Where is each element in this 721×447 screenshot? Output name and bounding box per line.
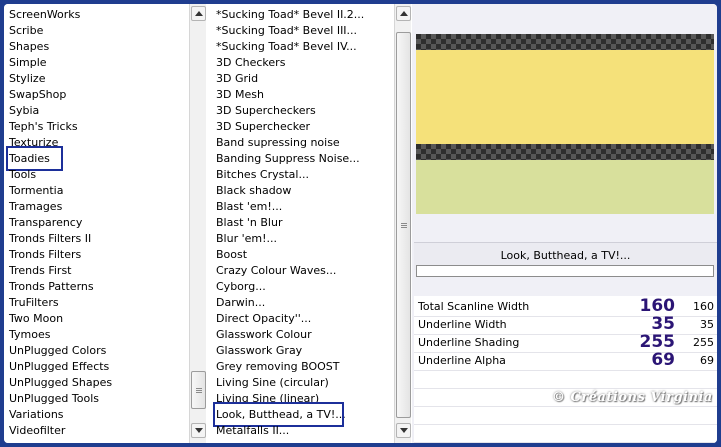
filter-item[interactable]: 3D Grid [216,71,258,87]
param-value-large: 255 [639,332,676,352]
empty-param-row [414,424,717,443]
param-row[interactable]: Underline Alpha 69 69 [414,350,717,371]
param-label: Underline Shading [418,336,520,349]
progress-bar [416,265,714,277]
filter-item[interactable]: 3D Superchecker [216,119,310,135]
chevron-up-icon [195,11,203,16]
filter-preview-image [416,34,714,214]
filter-item[interactable]: Grey removing BOOST [216,359,339,375]
filter-item[interactable]: 3D Checkers [216,55,285,71]
category-item[interactable]: Shapes [9,39,49,55]
category-item[interactable]: Trends First [9,263,71,279]
filter-item[interactable]: Band supressing noise [216,135,340,151]
param-value[interactable]: 255 [693,334,714,352]
filter-item[interactable]: Glasswork Gray [216,343,302,359]
grip-line [196,390,202,391]
category-item[interactable]: Simple [9,55,47,71]
category-item[interactable]: Tormentia [9,183,63,199]
category-item[interactable]: Tools [9,167,36,183]
scanline-checker [416,34,714,50]
filter-item[interactable]: Bitches Crystal... [216,167,309,183]
filter-item[interactable]: Glasswork Colour [216,327,312,343]
category-item[interactable]: Transparency [9,215,82,231]
category-item[interactable]: Tronds Filters II [9,231,91,247]
category-list-panel: ScreenWorks Scribe Shapes Simple Stylize Swap… [4,4,206,443]
grip-line [401,227,407,228]
filter-item[interactable]: Direct Opacity''... [216,311,311,327]
param-label: Total Scanline Width [418,300,530,313]
filter-item[interactable]: 3D Mesh [216,87,264,103]
filter-item[interactable]: Blur 'em!... [216,231,277,247]
preview-yellow-band [416,50,714,144]
category-item[interactable]: Sybia [9,103,39,119]
param-value-large: 69 [651,350,675,370]
category-item[interactable]: UnPlugged Colors [9,343,106,359]
filter-item[interactable]: *Sucking Toad* Bevel IV... [216,39,357,55]
watermark: © Créations Virginia [552,390,713,405]
parameter-list: Total Scanline Width 160 160 Underline Widt… [414,296,717,443]
category-item[interactable]: Tronds Patterns [9,279,94,295]
filter-item[interactable]: Metalfalls II... [216,423,289,439]
scroll-thumb[interactable] [396,32,411,418]
category-item[interactable]: Scribe [9,23,43,39]
grip-line [196,388,202,389]
filter-item[interactable]: Crazy Colour Waves... [216,263,336,279]
category-item[interactable]: Variations [9,407,64,423]
filter-item[interactable]: Blast 'em!... [216,199,282,215]
preview-green-band [416,160,714,214]
filter-item[interactable]: Boost [216,247,247,263]
category-item[interactable]: Videofilter [9,423,65,439]
category-item[interactable]: UnPlugged Shapes [9,375,112,391]
filter-item[interactable]: *Sucking Toad* Bevel II.2... [216,7,364,23]
category-item[interactable]: Tramages [9,199,62,215]
category-item[interactable]: TruFilters [9,295,59,311]
param-value-large: 35 [651,314,675,334]
chevron-down-icon [400,428,408,433]
category-item[interactable]: ScreenWorks [9,7,80,23]
filter-item[interactable]: *Sucking Toad* Bevel III... [216,23,357,39]
param-value[interactable]: 35 [700,316,714,334]
grip-line [196,392,202,393]
param-value-large: 160 [639,296,676,316]
filter-item[interactable]: Black shadow [216,183,291,199]
filter-item[interactable]: Blast 'n Blur [216,215,282,231]
param-value[interactable]: 69 [700,352,714,370]
category-item[interactable]: Stylize [9,71,45,87]
empty-param-row [414,406,717,425]
category-item[interactable]: UnPlugged Effects [9,359,109,375]
filter-item[interactable]: Living Sine (circular) [216,375,329,391]
scroll-up-button[interactable] [191,6,206,21]
scroll-down-button[interactable] [191,423,206,438]
scanline-checker [416,144,714,160]
category-item[interactable]: Tronds Filters [9,247,81,263]
category-item[interactable]: Two Moon [9,311,63,327]
filter-scrollbar[interactable] [394,4,411,443]
param-label: Underline Alpha [418,354,506,367]
filter-dialog: ScreenWorks Scribe Shapes Simple Stylize Swap… [4,4,717,443]
param-value[interactable]: 160 [693,298,714,316]
filter-item[interactable]: Darwin... [216,295,265,311]
filter-list-panel: *Sucking Toad* Bevel II.2... *Sucking Toa… [211,4,411,443]
category-scrollbar[interactable] [189,4,206,443]
filter-item[interactable]: Banding Suppress Noise... [216,151,360,167]
category-item[interactable]: Tymoes [9,327,50,343]
filter-item[interactable]: 3D Supercheckers [216,103,316,119]
grip-line [401,223,407,224]
scroll-thumb[interactable] [191,371,206,409]
param-label: Underline Width [418,318,507,331]
chevron-down-icon [195,428,203,433]
category-item[interactable]: Teph's Tricks [9,119,78,135]
category-item[interactable]: UnPlugged Tools [9,391,99,407]
category-item[interactable]: SwapShop [9,87,66,103]
chevron-up-icon [400,11,408,16]
empty-param-row [414,370,717,389]
grip-line [401,225,407,226]
scroll-down-button[interactable] [396,423,411,438]
filter-item[interactable]: Cyborg... [216,279,266,295]
scroll-up-button[interactable] [396,6,411,21]
